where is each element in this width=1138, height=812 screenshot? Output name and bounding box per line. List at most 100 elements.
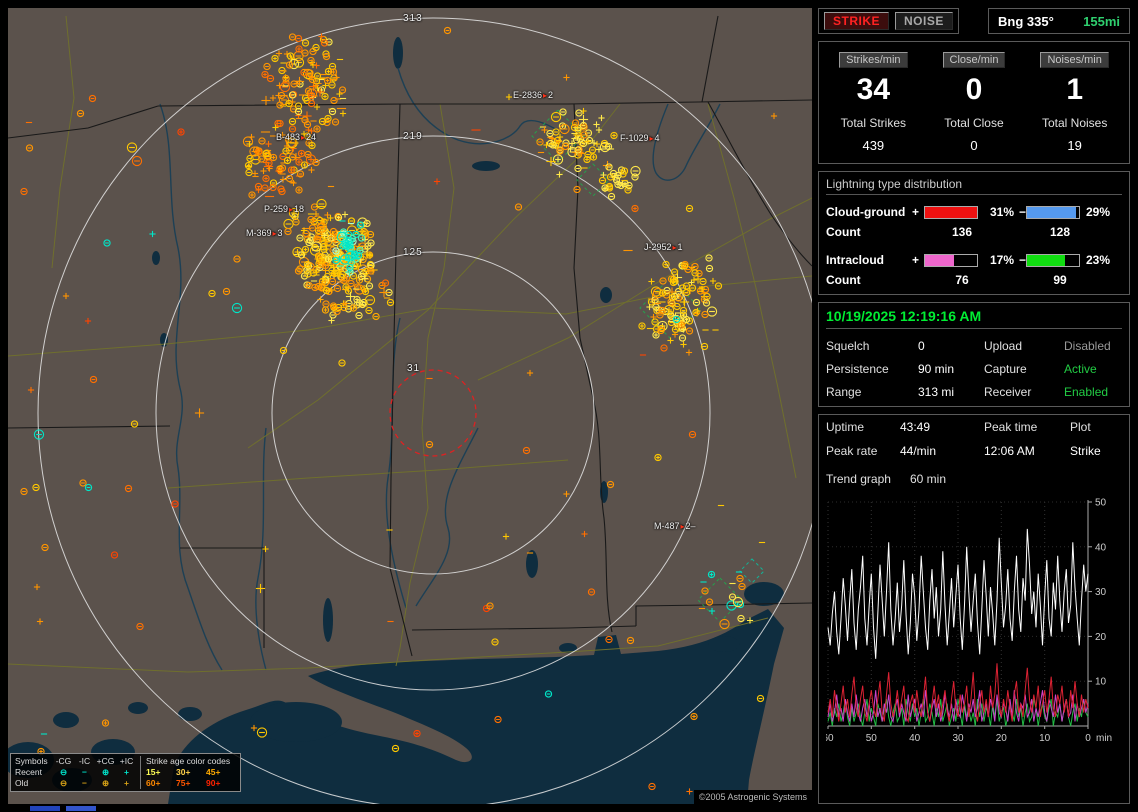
cg-plus-bar — [924, 205, 978, 219]
svg-text:20: 20 — [996, 733, 1008, 744]
legend-type-header: +IC — [119, 756, 134, 766]
stats-box: Uptime 43:49 Peak time Plot Peak rate 44… — [818, 414, 1130, 804]
lightning-map[interactable] — [8, 8, 812, 804]
trend-graph-row: Trend graph 60 min — [826, 472, 1122, 486]
status-row-squelch: Squelch 0 Upload Disabled — [826, 339, 1122, 353]
svg-text:40: 40 — [909, 733, 921, 744]
capture-value: Active — [1064, 362, 1097, 376]
upload-label: Upload — [984, 339, 1023, 353]
svg-text:60: 60 — [826, 733, 834, 744]
storm-cell-count: 3 — [277, 228, 283, 238]
cg-plus-bar-fill — [925, 206, 977, 218]
storm-cell-label[interactable]: M-487▸2– — [654, 521, 696, 531]
legend-symbol-icon: + — [124, 778, 129, 788]
svg-text:30: 30 — [1095, 587, 1107, 598]
capture-label: Capture — [984, 362, 1027, 376]
peak-time-value: 12:06 AM — [984, 444, 1035, 458]
intracloud-count-row: Count 76 99 — [826, 273, 1122, 287]
cloud-ground-row: Cloud-ground + 31% − 29% — [826, 205, 1122, 219]
storm-cell-label[interactable]: E-2836▸2 — [513, 90, 553, 100]
ic-plus-count: 76 — [955, 273, 969, 287]
legend-type-header: +CG — [96, 756, 115, 766]
noises-per-min-value: 1 — [1066, 73, 1083, 106]
total-strikes-value: 439 — [862, 138, 885, 153]
legend-age-value: 15+ — [146, 767, 161, 777]
persistence-label: Persistence — [826, 362, 889, 376]
legend-age-value: 75+ — [176, 778, 191, 788]
storm-cell-id: P-259 — [264, 204, 289, 214]
total-close-label: Total Close — [944, 116, 1004, 130]
legend-age-value: 30+ — [176, 767, 191, 777]
top-row: STRIKE NOISE Bng 335° 155mi — [818, 8, 1130, 34]
storm-cell-count: 18 — [294, 204, 305, 214]
radar-map-panel[interactable]: 313 219 125 31 B-483▸24 P-259▸18 M-369▸3 E-2836… — [8, 8, 812, 804]
uptime-label: Uptime — [826, 420, 865, 434]
storm-cell-id: M-487 — [654, 521, 680, 531]
bearing-box: Bng 335° 155mi — [988, 8, 1130, 34]
control-panel: STRIKE NOISE Bng 335° 155mi Strikes/min … — [818, 8, 1130, 804]
status-row-persistence: Persistence 90 min Capture Active — [826, 362, 1122, 376]
cg-plus-count: 136 — [951, 225, 973, 239]
legend-age-value: 60+ — [146, 778, 161, 788]
legend-row-label: Old — [15, 778, 29, 788]
strikes-per-min-header[interactable]: Strikes/min — [839, 52, 908, 68]
storm-cell-label[interactable]: J-2952▸1 — [644, 242, 683, 252]
legend-type-header: -IC — [78, 756, 91, 766]
strike-legend: Symbols -CG -IC +CG +IC Strike age color code… — [10, 753, 241, 792]
status-row-range: Range 313 mi Receiver Enabled — [826, 385, 1122, 399]
svg-text:0: 0 — [1085, 733, 1091, 744]
strike-toggle-button[interactable]: STRIKE — [824, 12, 890, 30]
close-column: Close/min 0 Total Close 0 — [924, 50, 1025, 153]
storm-cell-count: 2 — [548, 90, 554, 100]
legend-symbol-icon: ⊖ — [59, 767, 68, 777]
upload-value: Disabled — [1064, 339, 1111, 353]
close-per-min-value: 0 — [965, 73, 983, 106]
ic-minus-bar-fill — [1027, 254, 1066, 266]
storm-cell-count: 2– — [685, 521, 696, 531]
noises-per-min-header[interactable]: Noises/min — [1040, 52, 1109, 68]
cg-minus-bar-fill — [1027, 206, 1076, 218]
peak-rate-value: 44/min — [900, 444, 937, 458]
cg-plus-pct: 31% — [989, 205, 1014, 219]
storm-cell-id: M-369 — [246, 228, 272, 238]
svg-text:10: 10 — [1095, 677, 1107, 688]
distribution-title: Lightning type distribution — [826, 177, 1122, 195]
uptime-value: 43:49 — [900, 420, 931, 434]
storm-cell-label[interactable]: P-259▸18 — [264, 204, 304, 214]
cg-minus-pct: 29% — [1085, 205, 1110, 219]
storm-cell-id: E-2836 — [513, 90, 543, 100]
status-box: 10/19/2025 12:19:16 AM Squelch 0 Upload … — [818, 302, 1130, 407]
svg-text:10: 10 — [1039, 733, 1051, 744]
svg-text:50: 50 — [1095, 498, 1107, 509]
ic-minus-bar — [1026, 253, 1080, 267]
cloud-ground-label: Cloud-ground — [826, 205, 906, 219]
svg-text:50: 50 — [866, 733, 878, 744]
storm-cell-id: J-2952 — [644, 242, 672, 252]
close-per-min-header[interactable]: Close/min — [942, 52, 1006, 68]
storm-cell-id: F-1029 — [620, 133, 649, 143]
legend-symbol-icon: ⊖ — [59, 778, 68, 788]
cg-count-label: Count — [826, 225, 861, 239]
receiver-label: Receiver — [984, 385, 1032, 399]
svg-text:40: 40 — [1095, 542, 1107, 553]
ic-count-label: Count — [826, 273, 861, 287]
legend-symbol-icon: − — [82, 778, 87, 788]
total-close-value: 0 — [970, 138, 978, 153]
legend-type-header: -CG — [55, 756, 72, 766]
storm-cell-label[interactable]: B-483▸24 — [276, 132, 316, 142]
storm-cell-id: B-483 — [276, 132, 301, 142]
storm-cell-count: 4 — [654, 133, 660, 143]
noise-toggle-button[interactable]: NOISE — [895, 12, 953, 30]
storm-cell-count: 1 — [677, 242, 683, 252]
legend-symbol-icon: + — [124, 767, 129, 777]
legend-age-title: Strike age color codes — [140, 756, 230, 767]
storm-cell-label[interactable]: M-369▸3 — [246, 228, 283, 238]
plot-label: Plot — [1070, 420, 1091, 434]
signal-toggle-box: STRIKE NOISE — [818, 8, 959, 34]
ic-plus-bar-fill — [925, 254, 954, 266]
trend-graph-label: Trend graph — [826, 472, 891, 486]
ic-minus-count: 99 — [1053, 273, 1067, 287]
trend-window-value: 60 min — [910, 472, 947, 486]
uptime-row: Uptime 43:49 Peak time Plot — [826, 420, 1122, 434]
storm-cell-label[interactable]: F-1029▸4 — [620, 133, 660, 143]
